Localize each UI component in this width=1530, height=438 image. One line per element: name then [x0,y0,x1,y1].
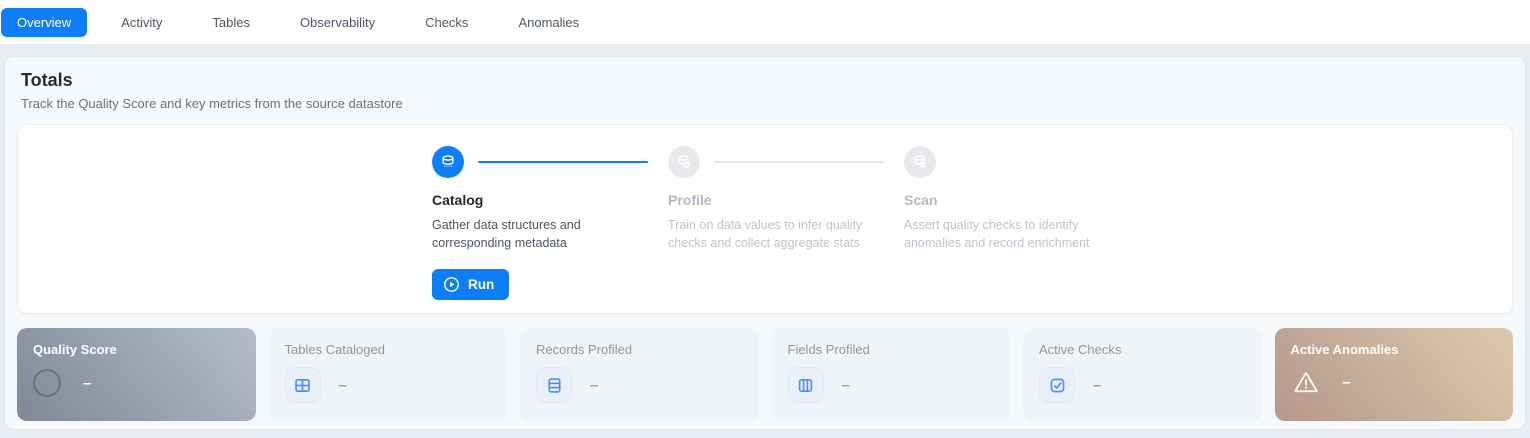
database-gauge-icon [668,146,700,178]
metric-card-tables-cataloged: Tables Cataloged – [269,328,508,421]
page-subtitle: Track the Quality Score and key metrics … [17,96,1513,111]
step-description: Gather data structures and corresponding… [432,216,660,252]
metric-card-active-anomalies: Active Anomalies – [1275,328,1514,421]
metric-value: – [83,375,91,392]
step-connector [714,161,884,163]
metrics-row: Quality Score – Tables Cataloged – [17,328,1513,421]
metric-card-fields-profiled: Fields Profiled – [772,328,1011,421]
metric-label: Quality Score [33,342,240,357]
step-catalog: Catalog Gather data structures and corre… [432,146,668,252]
step-connector [478,161,648,163]
totals-panel: Totals Track the Quality Score and key m… [4,56,1526,430]
warning-triangle-icon [1291,370,1321,394]
step-name: Scan [904,192,1140,208]
tab-bar: Overview Activity Tables Observability C… [0,0,1530,44]
metric-value: – [590,377,598,394]
step-profile: Profile Train on data values to infer qu… [668,146,904,252]
table-grid-icon [285,367,321,403]
database-icon [432,146,464,178]
page-title: Totals [17,70,1513,91]
play-circle-icon [443,276,460,293]
metric-label: Active Anomalies [1291,342,1498,357]
tab-anomalies[interactable]: Anomalies [502,8,595,37]
step-name: Catalog [432,192,668,208]
database-search-icon [904,146,936,178]
metric-label: Records Profiled [536,342,743,357]
tab-overview[interactable]: Overview [1,8,87,37]
tab-checks[interactable]: Checks [409,8,484,37]
field-columns-icon [788,367,824,403]
metric-value: – [1093,377,1101,394]
step-description: Assert quality checks to identify anomal… [904,216,1132,252]
metric-card-quality-score: Quality Score – [17,328,256,421]
step-name: Profile [668,192,904,208]
step-scan: Scan Assert quality checks to identify a… [904,146,1140,252]
metric-label: Fields Profiled [788,342,995,357]
step-description: Train on data values to infer quality ch… [668,216,896,252]
quality-ring-icon [33,369,61,397]
tab-observability[interactable]: Observability [284,8,391,37]
steps-row: Catalog Gather data structures and corre… [432,146,1512,252]
record-rows-icon [536,367,572,403]
metric-value: – [842,377,850,394]
metric-card-records-profiled: Records Profiled – [520,328,759,421]
tab-activity[interactable]: Activity [105,8,178,37]
run-button[interactable]: Run [432,269,509,300]
metric-card-active-checks: Active Checks – [1023,328,1262,421]
check-square-icon [1039,367,1075,403]
metric-label: Tables Cataloged [285,342,492,357]
metric-value: – [339,377,347,394]
operations-stepper-card: Catalog Gather data structures and corre… [17,124,1513,314]
metric-value: – [1343,374,1351,391]
tab-tables[interactable]: Tables [196,8,266,37]
run-button-label: Run [468,277,494,292]
metric-label: Active Checks [1039,342,1246,357]
